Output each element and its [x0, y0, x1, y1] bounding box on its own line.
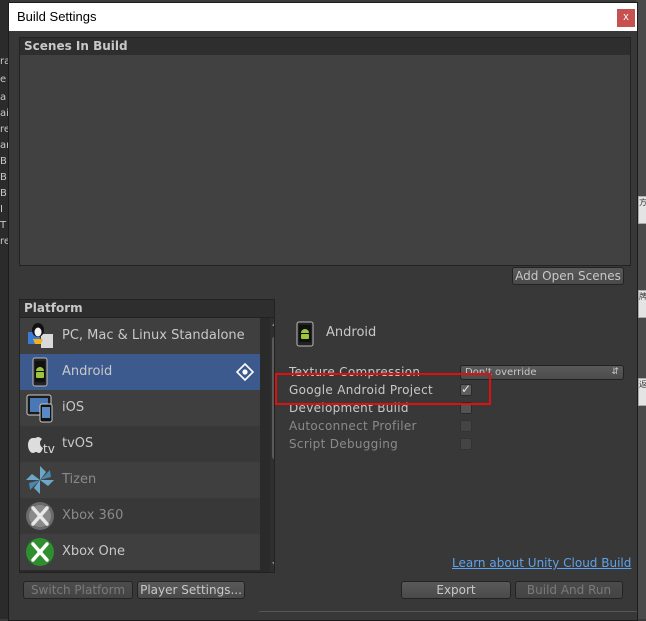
export-button[interactable]: Export — [401, 581, 511, 599]
build-settings-window: Build Settings x Scenes In Build Add Ope… — [8, 2, 638, 621]
scenes-in-build-header: Scenes In Build — [19, 37, 631, 56]
scroll-down-arrow-icon[interactable] — [272, 562, 274, 568]
player-settings-button[interactable]: Player Settings... — [137, 581, 245, 599]
platform-item-ios[interactable]: iOS — [20, 390, 260, 426]
pc-standalone-icon — [24, 320, 56, 352]
xboxone-icon — [24, 536, 56, 568]
platform-item-tvos[interactable]: tv tvOS — [20, 426, 260, 462]
bg-fragment: 返 — [638, 378, 646, 406]
scenes-header-label: Scenes In Build — [24, 39, 128, 53]
bg-fragment: 牌 — [638, 290, 646, 318]
selected-platform-title: Android — [326, 325, 377, 340]
unity-logo-icon — [235, 362, 255, 382]
bg-fragment: T — [0, 220, 7, 231]
window-title: Build Settings — [17, 9, 97, 24]
platform-item-xboxone[interactable]: Xbox One — [20, 534, 260, 570]
platform-item-xbox360[interactable]: Xbox 360 — [20, 498, 260, 534]
autoconnect-profiler-label: Autoconnect Profiler — [289, 419, 417, 433]
scenes-list[interactable] — [19, 55, 631, 266]
platform-label: Xbox One — [62, 544, 126, 559]
dropdown-arrow-icon: ⇵ — [611, 367, 619, 377]
bg-fragment: e — [0, 74, 7, 85]
bg-fragment: 方 — [638, 196, 646, 224]
platform-label: Xbox 360 — [62, 508, 124, 523]
bg-fragment: B — [0, 172, 7, 183]
build-and-run-button[interactable]: Build And Run — [515, 581, 623, 599]
tizen-icon — [24, 464, 56, 496]
platform-item-tizen[interactable]: Tizen — [20, 462, 260, 498]
scroll-up-arrow-icon[interactable] — [272, 320, 274, 326]
android-icon — [296, 321, 314, 347]
platform-label: iOS — [62, 400, 85, 415]
platform-label: PC, Mac & Linux Standalone — [62, 328, 245, 343]
platform-label: Tizen — [62, 472, 97, 487]
footer-divider — [259, 611, 637, 612]
platform-label: tvOS — [62, 436, 94, 451]
bg-fragment: B — [0, 188, 7, 199]
bg-fragment: B — [0, 156, 7, 167]
platform-header: Platform — [19, 299, 275, 318]
script-debugging-checkbox[interactable] — [460, 438, 472, 450]
platform-item-pc-standalone[interactable]: PC, Mac & Linux Standalone — [20, 318, 260, 354]
platform-list[interactable]: PC, Mac & Linux Standalone Android iOS t… — [19, 317, 275, 573]
ios-icon — [24, 392, 56, 424]
autoconnect-profiler-checkbox[interactable] — [460, 420, 472, 432]
xbox360-icon — [24, 500, 56, 532]
svg-text:tv: tv — [43, 442, 55, 456]
script-debugging-label: Script Debugging — [289, 437, 399, 451]
platform-scrollbar[interactable] — [270, 318, 274, 572]
bg-fragment: a — [0, 92, 7, 103]
add-open-scenes-button[interactable]: Add Open Scenes — [512, 267, 624, 285]
bg-fragment: I — [0, 204, 3, 215]
platform-header-label: Platform — [24, 301, 83, 315]
annotation-highlight-box — [275, 373, 491, 405]
switch-platform-button[interactable]: Switch Platform — [23, 581, 133, 599]
platform-item-android[interactable]: Android — [20, 354, 260, 390]
android-icon — [24, 356, 56, 388]
title-bar[interactable]: Build Settings x — [9, 3, 637, 31]
cloud-build-link[interactable]: Learn about Unity Cloud Build — [452, 556, 631, 570]
tvos-icon: tv — [24, 428, 56, 460]
platform-label: Android — [62, 364, 113, 379]
close-button[interactable]: x — [617, 9, 635, 27]
